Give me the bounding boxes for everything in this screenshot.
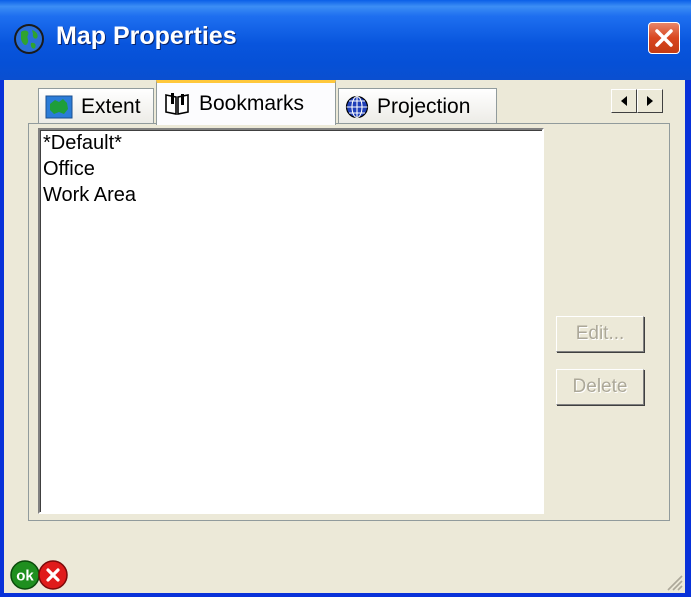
bookmarks-list[interactable]: *Default* Office Work Area xyxy=(38,128,544,514)
resize-grip-icon[interactable] xyxy=(665,573,683,591)
tab-projection[interactable]: Projection xyxy=(338,88,497,124)
delete-button[interactable]: Delete xyxy=(556,369,644,405)
list-item[interactable]: Office xyxy=(40,156,542,182)
list-item[interactable]: *Default* xyxy=(40,130,542,156)
tab-label-bookmarks: Bookmarks xyxy=(199,92,305,115)
bookmarks-panel: *Default* Office Work Area Edit... Delet… xyxy=(28,123,670,521)
close-button[interactable] xyxy=(648,22,680,54)
window-title: Map Properties xyxy=(56,22,237,50)
bookmarks-book-icon xyxy=(165,93,189,115)
globe-icon xyxy=(345,95,369,118)
dialog-footer: ok xyxy=(4,560,685,593)
tab-bookmarks[interactable]: Bookmarks xyxy=(156,80,336,125)
close-icon xyxy=(655,29,673,47)
tab-extent[interactable]: Extent xyxy=(38,88,154,124)
edit-button[interactable]: Edit... xyxy=(556,316,644,352)
tab-label-extent: Extent xyxy=(81,94,141,118)
tab-scroll-right-button[interactable] xyxy=(637,89,663,113)
australia-map-icon xyxy=(45,95,73,118)
dialog-body: Extent Bookmarks Projection *Default* Of… xyxy=(4,80,685,593)
ok-button[interactable]: ok xyxy=(10,560,40,590)
tab-scroll-left-button[interactable] xyxy=(611,89,637,113)
title-bar[interactable]: Map Properties xyxy=(0,0,691,80)
list-item[interactable]: Work Area xyxy=(40,182,542,208)
globe-icon xyxy=(14,24,44,54)
ok-label: ok xyxy=(16,568,34,585)
map-properties-window: Map Properties Extent Bookmarks Projecti… xyxy=(0,0,691,597)
arrow-left-icon xyxy=(621,96,627,106)
tab-label-projection: Projection xyxy=(377,94,471,118)
arrow-right-icon xyxy=(647,96,653,106)
tab-strip: Extent Bookmarks Projection xyxy=(4,80,685,125)
cancel-button[interactable] xyxy=(38,560,68,590)
